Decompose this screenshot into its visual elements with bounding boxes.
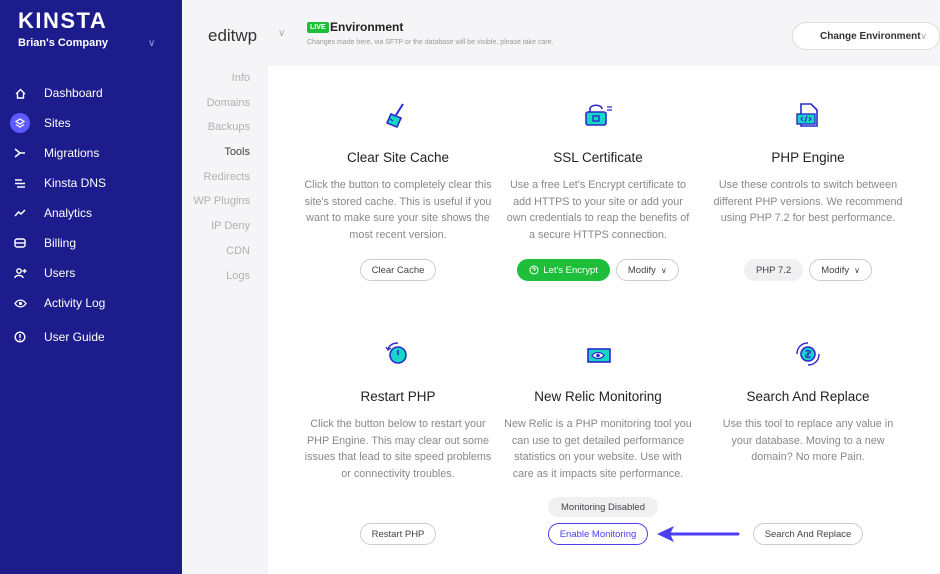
sidebar-item-kinsta-dns[interactable]: Kinsta DNS bbox=[0, 168, 182, 198]
sidebar-item-analytics[interactable]: Analytics bbox=[0, 198, 182, 228]
php-engine-card: PHP Engine Use these controls to switch … bbox=[713, 100, 903, 227]
subnav-item-wp-plugins[interactable]: WP Plugins bbox=[182, 189, 268, 214]
tool-title: Restart PHP bbox=[360, 389, 436, 404]
clear-cache-button[interactable]: Clear Cache bbox=[359, 259, 437, 281]
sidebar-item-dashboard[interactable]: Dashboard bbox=[0, 78, 182, 108]
broom-icon bbox=[303, 100, 493, 130]
php-version-badge: PHP 7.2 bbox=[743, 259, 804, 281]
tool-title: New Relic Monitoring bbox=[534, 389, 662, 404]
search-replace-icon bbox=[713, 339, 903, 369]
sidebar-item-users[interactable]: Users bbox=[0, 258, 182, 288]
billing-icon bbox=[10, 233, 30, 253]
analytics-icon bbox=[10, 203, 30, 223]
ssl-modify-button[interactable]: Modify ∨ bbox=[615, 259, 679, 281]
chevron-down-icon: ∨ bbox=[854, 265, 861, 275]
sidebar-item-label: Activity Log bbox=[44, 296, 106, 310]
sidebar-item-activity-log[interactable]: Activity Log bbox=[0, 288, 182, 318]
monitor-eye-icon bbox=[503, 339, 693, 369]
clear-cache-card: Clear Site Cache Click the button to com… bbox=[303, 100, 493, 243]
sidebar-item-sites[interactable]: Sites bbox=[0, 108, 182, 138]
arrow-left-icon bbox=[657, 526, 740, 542]
tool-description: Use these controls to switch between dif… bbox=[713, 179, 903, 224]
subnav-item-tools[interactable]: Tools bbox=[182, 140, 268, 165]
ssl-actions: Let's Encrypt Modify ∨ bbox=[503, 259, 693, 281]
users-icon bbox=[10, 263, 30, 283]
info-icon bbox=[10, 327, 30, 347]
tool-description: Click the button below to restart your P… bbox=[304, 418, 492, 480]
subnav-item-logs[interactable]: Logs bbox=[182, 264, 268, 289]
subnav-item-redirects[interactable]: Redirects bbox=[182, 165, 268, 190]
company-switcher[interactable]: KINSTA Brian's Company bbox=[18, 8, 109, 50]
subnav-item-info[interactable]: Info bbox=[182, 66, 268, 91]
enable-monitoring-button[interactable]: Enable Monitoring bbox=[547, 523, 649, 545]
restart-icon bbox=[303, 339, 493, 369]
clear-cache-actions: Clear Cache bbox=[303, 259, 493, 281]
subnav-item-cdn[interactable]: CDN bbox=[182, 239, 268, 264]
migrate-icon bbox=[10, 143, 30, 163]
environment-title: Environment bbox=[330, 20, 404, 34]
ssl-card: SSL Certificate Use a free Let's Encrypt… bbox=[503, 100, 693, 243]
restart-php-button[interactable]: Restart PHP bbox=[359, 523, 437, 545]
tool-title: Search And Replace bbox=[746, 389, 870, 404]
subnav-item-domains[interactable]: Domains bbox=[182, 91, 268, 116]
chevron-down-icon[interactable]: ∨ bbox=[278, 28, 285, 39]
php-actions: PHP 7.2 Modify ∨ bbox=[713, 259, 903, 281]
sidebar-item-label: Analytics bbox=[44, 206, 93, 220]
tool-description: New Relic is a PHP monitoring tool you c… bbox=[504, 418, 692, 480]
help-circle-icon bbox=[529, 265, 539, 275]
tool-title: PHP Engine bbox=[771, 150, 845, 165]
tool-title: SSL Certificate bbox=[553, 150, 643, 165]
sidebar-nav: Dashboard Sites Migrations Kinsta DNS An… bbox=[0, 78, 182, 352]
dns-icon bbox=[10, 173, 30, 193]
lets-encrypt-label: Let's Encrypt bbox=[543, 264, 598, 276]
sidebar-item-label: User Guide bbox=[44, 330, 105, 344]
tool-description: Use a free Let's Encrypt certificate to … bbox=[506, 179, 690, 241]
kinsta-logo: KINSTA bbox=[18, 8, 108, 33]
tool-title: Clear Site Cache bbox=[346, 150, 450, 165]
search-replace-card: Search And Replace Use this tool to repl… bbox=[713, 339, 903, 466]
subnav-item-ip-deny[interactable]: IP Deny bbox=[182, 214, 268, 239]
site-subnav: Info Domains Backups Tools Redirects WP … bbox=[182, 66, 268, 288]
layers-icon bbox=[10, 113, 30, 133]
sidebar-item-label: Kinsta DNS bbox=[44, 176, 107, 190]
change-environment-label: Change Environment bbox=[820, 30, 921, 42]
chevron-down-icon: ∨ bbox=[660, 265, 667, 275]
sidebar: KINSTA Brian's Company ∨ Dashboard Sites… bbox=[0, 0, 182, 574]
new-relic-card: New Relic Monitoring New Relic is a PHP … bbox=[503, 339, 693, 482]
subnav-item-backups[interactable]: Backups bbox=[182, 115, 268, 140]
live-badge: LIVE bbox=[307, 22, 329, 33]
tools-panel: Clear Site Cache Click the button to com… bbox=[268, 66, 940, 574]
restart-actions: Restart PHP bbox=[303, 523, 493, 545]
sidebar-item-label: Billing bbox=[44, 236, 77, 250]
search-replace-actions: Search And Replace bbox=[713, 523, 903, 545]
home-icon bbox=[10, 83, 30, 103]
search-replace-button[interactable]: Search And Replace bbox=[752, 523, 864, 545]
topbar: editwp ∨ LIVE Environment Changes made h… bbox=[182, 0, 940, 66]
environment-subtitle: Changes made here, via SFTP or the datab… bbox=[307, 39, 554, 46]
company-name: Brian's Company bbox=[18, 37, 109, 49]
chevron-down-icon: ∨ bbox=[920, 31, 927, 41]
change-environment-button[interactable]: Change Environment ∨ bbox=[792, 22, 940, 50]
lock-icon bbox=[503, 100, 693, 130]
tool-description: Use this tool to replace any value in yo… bbox=[722, 418, 894, 463]
sidebar-item-billing[interactable]: Billing bbox=[0, 228, 182, 258]
modify-label: Modify bbox=[821, 264, 850, 276]
sidebar-item-label: Users bbox=[44, 266, 76, 280]
sidebar-item-label: Sites bbox=[44, 116, 71, 130]
lets-encrypt-button[interactable]: Let's Encrypt bbox=[517, 259, 610, 281]
sidebar-item-label: Dashboard bbox=[44, 86, 103, 100]
monitoring-status: Monitoring Disabled bbox=[548, 497, 658, 517]
site-name[interactable]: editwp bbox=[208, 26, 257, 46]
code-file-icon bbox=[713, 100, 903, 130]
sidebar-item-user-guide[interactable]: User Guide bbox=[0, 322, 182, 352]
chevron-down-icon[interactable]: ∨ bbox=[148, 38, 155, 49]
modify-label: Modify bbox=[627, 264, 656, 276]
sidebar-item-migrations[interactable]: Migrations bbox=[0, 138, 182, 168]
sidebar-item-label: Migrations bbox=[44, 146, 100, 160]
restart-php-card: Restart PHP Click the button below to re… bbox=[303, 339, 493, 482]
php-modify-button[interactable]: Modify ∨ bbox=[809, 259, 873, 281]
eye-icon bbox=[10, 293, 30, 313]
tool-description: Click the button to completely clear thi… bbox=[304, 179, 492, 241]
